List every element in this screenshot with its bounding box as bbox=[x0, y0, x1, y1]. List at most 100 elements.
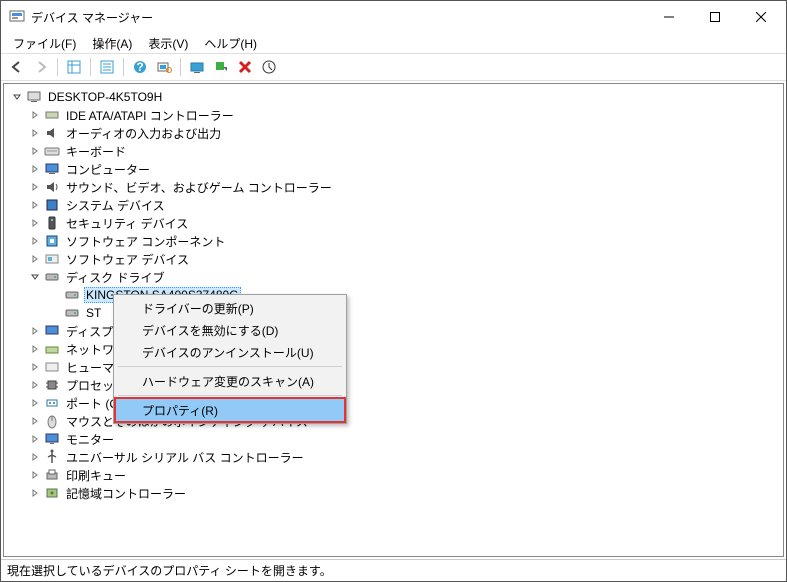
node-label: ネットワ bbox=[64, 341, 116, 358]
caret-right-icon[interactable] bbox=[28, 198, 42, 212]
caret-right-icon[interactable] bbox=[28, 126, 42, 140]
caret-right-icon[interactable] bbox=[28, 486, 42, 500]
node-label: プロセッ bbox=[64, 377, 116, 394]
node-label: ST bbox=[84, 306, 103, 320]
app-icon bbox=[9, 9, 25, 25]
ctx-update-driver[interactable]: ドライバーの更新(P) bbox=[116, 297, 344, 319]
disk-icon bbox=[64, 287, 80, 303]
tree-category-swdev[interactable]: ソフトウェア デバイス bbox=[6, 250, 781, 268]
uninstall-device-button[interactable] bbox=[233, 55, 257, 79]
menu-view[interactable]: 表示(V) bbox=[140, 33, 196, 54]
menu-file[interactable]: ファイル(F) bbox=[5, 33, 84, 54]
minimize-button[interactable] bbox=[646, 2, 692, 32]
separator bbox=[118, 366, 342, 367]
usb-icon bbox=[44, 449, 60, 465]
caret-right-icon[interactable] bbox=[28, 432, 42, 446]
node-label: 印刷キュー bbox=[64, 467, 128, 484]
ctx-label: プロパティ(R) bbox=[142, 402, 218, 419]
disk-icon bbox=[44, 269, 60, 285]
hid-icon bbox=[44, 359, 60, 375]
menu-help[interactable]: ヘルプ(H) bbox=[196, 33, 265, 54]
close-button[interactable] bbox=[738, 2, 784, 32]
ctx-uninstall-device[interactable]: デバイスのアンインストール(U) bbox=[116, 341, 344, 363]
caret-right-icon[interactable] bbox=[28, 450, 42, 464]
node-label: モニター bbox=[64, 431, 116, 448]
titlebar: デバイス マネージャー bbox=[1, 1, 786, 33]
tree-category-keyboard[interactable]: キーボード bbox=[6, 142, 781, 160]
node-label: オーディオの入力および出力 bbox=[64, 125, 223, 142]
ctx-disable-device[interactable]: デバイスを無効にする(D) bbox=[116, 319, 344, 341]
tree-category-svg[interactable]: サウンド、ビデオ、およびゲーム コントローラー bbox=[6, 178, 781, 196]
help-button[interactable]: ? bbox=[128, 55, 152, 79]
tree-category-swcomp[interactable]: ソフトウェア コンポーネント bbox=[6, 232, 781, 250]
separator bbox=[180, 58, 181, 76]
separator bbox=[123, 58, 124, 76]
node-label: ユニバーサル シリアル バス コントローラー bbox=[64, 449, 306, 466]
node-label: ソフトウェア デバイス bbox=[64, 251, 191, 268]
tree-category-audio[interactable]: オーディオの入力および出力 bbox=[6, 124, 781, 142]
security-icon bbox=[44, 215, 60, 231]
caret-right-icon[interactable] bbox=[28, 216, 42, 230]
ctx-scan-hardware[interactable]: ハードウェア変更のスキャン(A) bbox=[116, 370, 344, 392]
computer-icon bbox=[26, 89, 42, 105]
add-legacy-button[interactable] bbox=[257, 55, 281, 79]
cpu-icon bbox=[44, 377, 60, 393]
node-label: ヒューマ bbox=[64, 359, 116, 376]
tree-root[interactable]: DESKTOP-4K5TO9H bbox=[6, 88, 781, 106]
caret-right-icon[interactable] bbox=[28, 324, 42, 338]
node-label: ポート (C bbox=[64, 395, 120, 412]
tree-category-storage[interactable]: 記憶域コントローラー bbox=[6, 484, 781, 502]
maximize-button[interactable] bbox=[692, 2, 738, 32]
tree-category-computer[interactable]: コンピューター bbox=[6, 160, 781, 178]
device-tree-panel: DESKTOP-4K5TO9H IDE ATA/ATAPI コントローラー オー… bbox=[3, 83, 784, 557]
caret-right-icon[interactable] bbox=[28, 468, 42, 482]
tree-category-ata[interactable]: IDE ATA/ATAPI コントローラー bbox=[6, 106, 781, 124]
ctx-properties[interactable]: プロパティ(R) bbox=[116, 399, 344, 421]
separator bbox=[118, 395, 342, 396]
node-label: IDE ATA/ATAPI コントローラー bbox=[64, 107, 236, 124]
system-icon bbox=[44, 197, 60, 213]
tree-category-system[interactable]: システム デバイス bbox=[6, 196, 781, 214]
scan-hardware-button[interactable] bbox=[152, 55, 176, 79]
update-driver-button[interactable] bbox=[185, 55, 209, 79]
caret-right-icon[interactable] bbox=[28, 360, 42, 374]
node-label: ディスク ドライブ bbox=[64, 269, 167, 286]
properties-button[interactable] bbox=[95, 55, 119, 79]
ctx-label: ハードウェア変更のスキャン(A) bbox=[142, 373, 314, 390]
storage-icon bbox=[44, 485, 60, 501]
printer-icon bbox=[44, 467, 60, 483]
menu-action[interactable]: 操作(A) bbox=[84, 33, 140, 54]
context-menu: ドライバーの更新(P) デバイスを無効にする(D) デバイスのアンインストール(… bbox=[113, 294, 347, 424]
caret-right-icon[interactable] bbox=[28, 144, 42, 158]
tree-category-usb[interactable]: ユニバーサル シリアル バス コントローラー bbox=[6, 448, 781, 466]
node-label: システム デバイス bbox=[64, 197, 167, 214]
window-controls bbox=[646, 2, 784, 32]
tree-category-monitor[interactable]: モニター bbox=[6, 430, 781, 448]
caret-down-icon[interactable] bbox=[28, 270, 42, 284]
svg-text:?: ? bbox=[136, 60, 143, 74]
node-label: セキュリティ デバイス bbox=[64, 215, 190, 232]
node-label: ソフトウェア コンポーネント bbox=[64, 233, 227, 250]
caret-right-icon[interactable] bbox=[28, 414, 42, 428]
caret-right-icon[interactable] bbox=[28, 162, 42, 176]
caret-right-icon[interactable] bbox=[28, 234, 42, 248]
show-hide-tree-button[interactable] bbox=[62, 55, 86, 79]
caret-right-icon[interactable] bbox=[28, 180, 42, 194]
back-button[interactable] bbox=[5, 55, 29, 79]
forward-button[interactable] bbox=[29, 55, 53, 79]
ports-icon bbox=[44, 395, 60, 411]
window-title: デバイス マネージャー bbox=[31, 9, 646, 26]
caret-right-icon[interactable] bbox=[28, 252, 42, 266]
status-text: 現在選択しているデバイスのプロパティ シートを開きます。 bbox=[7, 562, 332, 579]
caret-right-icon[interactable] bbox=[28, 396, 42, 410]
separator bbox=[57, 58, 58, 76]
node-label: DESKTOP-4K5TO9H bbox=[46, 90, 164, 104]
caret-right-icon[interactable] bbox=[28, 378, 42, 392]
tree-category-disk[interactable]: ディスク ドライブ bbox=[6, 268, 781, 286]
tree-category-printq[interactable]: 印刷キュー bbox=[6, 466, 781, 484]
caret-down-icon[interactable] bbox=[10, 90, 24, 104]
caret-right-icon[interactable] bbox=[28, 342, 42, 356]
disable-device-button[interactable] bbox=[209, 55, 233, 79]
caret-right-icon[interactable] bbox=[28, 108, 42, 122]
tree-category-security[interactable]: セキュリティ デバイス bbox=[6, 214, 781, 232]
